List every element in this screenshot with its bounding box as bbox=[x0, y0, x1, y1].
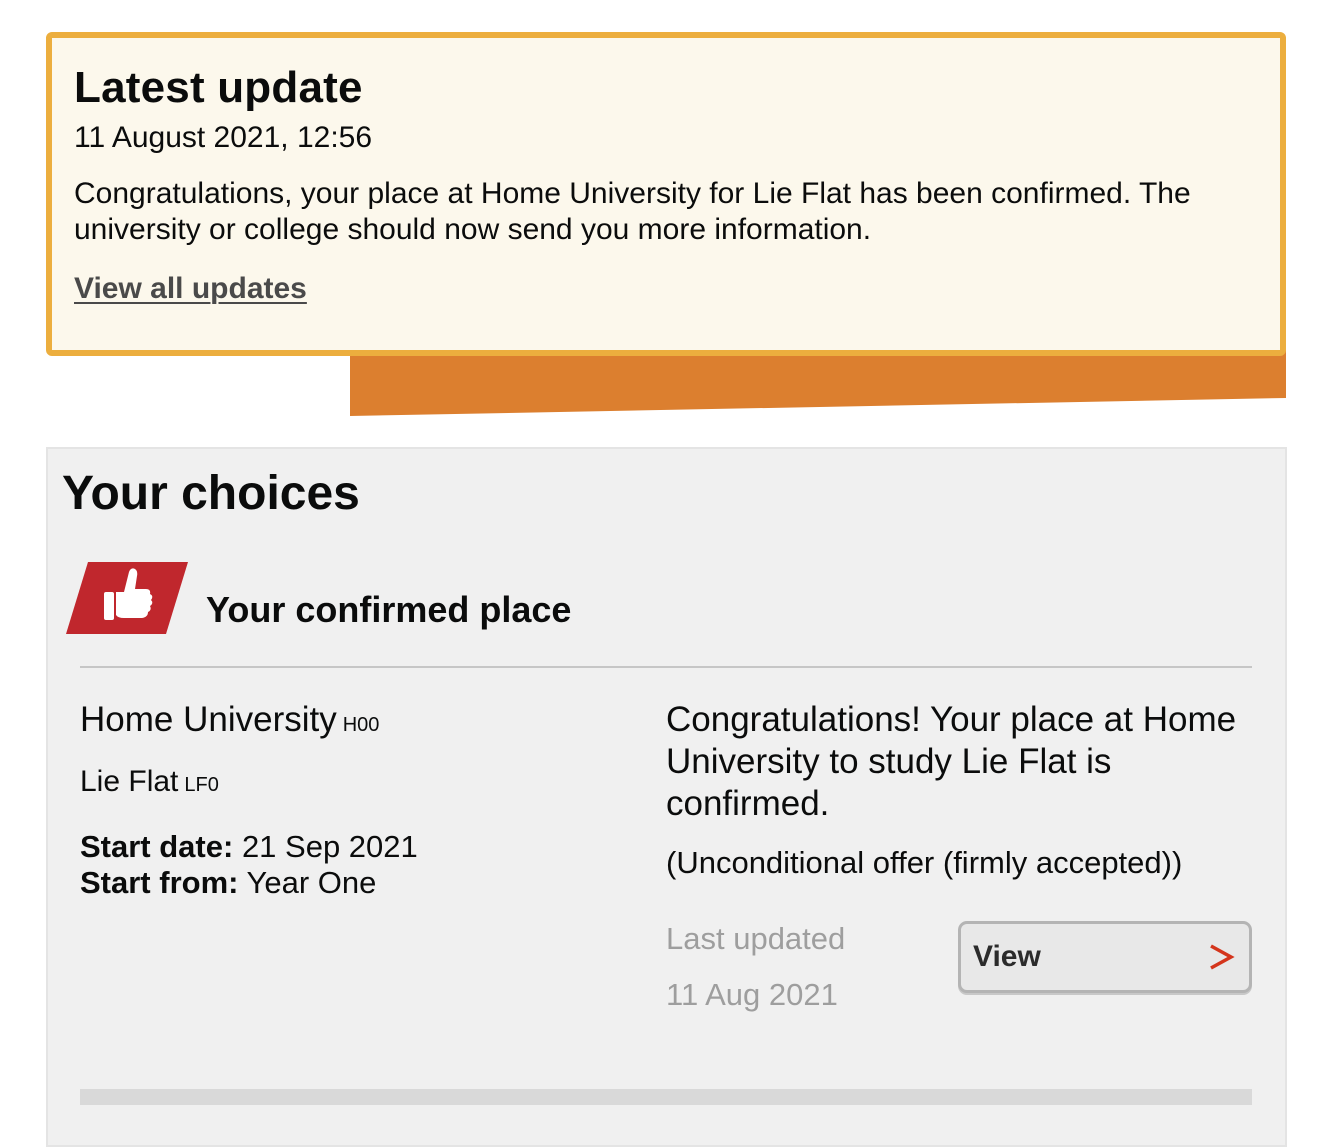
start-from-value: Year One bbox=[246, 865, 377, 900]
course-name-text: Lie Flat bbox=[80, 765, 179, 798]
latest-update-message: Congratulations, your place at Home Univ… bbox=[74, 177, 1191, 246]
start-from-label: Start from: bbox=[80, 865, 239, 900]
start-date-row: Start date: 21 Sep 2021 bbox=[80, 829, 640, 865]
place-details: Home University H00 Lie Flat LF0 Start dat… bbox=[80, 699, 640, 901]
latest-update-box: Latest update 11 August 2021, 12:56 Cong… bbox=[46, 32, 1286, 356]
start-info: Start date: 21 Sep 2021 Start from: Year… bbox=[80, 829, 640, 901]
latest-update-section: Latest update 11 August 2021, 12:56 Cong… bbox=[46, 32, 1286, 416]
chevron-right-icon bbox=[1210, 944, 1235, 970]
university-name-text: Home University bbox=[80, 700, 337, 739]
divider bbox=[80, 666, 1252, 668]
start-date-value: 21 Sep 2021 bbox=[241, 829, 418, 864]
start-from-row: Start from: Year One bbox=[80, 865, 640, 901]
last-updated-date: 11 Aug 2021 bbox=[666, 977, 838, 1012]
start-date-label: Start date: bbox=[80, 829, 234, 864]
university-code: H00 bbox=[342, 714, 380, 736]
place-status: Congratulations! Your place at Home Univ… bbox=[666, 699, 1256, 1012]
view-button-label: View bbox=[973, 940, 1041, 973]
your-choices-title: Your choices bbox=[62, 467, 360, 520]
course-code: LF0 bbox=[184, 774, 219, 796]
status-message: Congratulations! Your place at Home Univ… bbox=[666, 700, 1237, 823]
offer-type: (Unconditional offer (firmly accepted)) bbox=[666, 845, 1183, 880]
view-button[interactable]: View bbox=[958, 921, 1252, 993]
university-name: Home University H00 bbox=[80, 699, 640, 746]
last-updated-label: Last updated bbox=[666, 921, 846, 956]
latest-update-title: Latest update bbox=[74, 63, 363, 112]
view-all-updates-link[interactable]: View all updates bbox=[74, 271, 307, 307]
thumbs-up-icon bbox=[66, 562, 188, 634]
your-choices-panel: Your choices Your confirmed place Home U… bbox=[46, 447, 1287, 1147]
course-name: Lie Flat LF0 bbox=[80, 764, 640, 803]
next-choice-divider bbox=[80, 1089, 1252, 1105]
confirmed-place-heading: Your confirmed place bbox=[206, 589, 572, 630]
latest-update-date: 11 August 2021, 12:56 bbox=[74, 121, 373, 154]
